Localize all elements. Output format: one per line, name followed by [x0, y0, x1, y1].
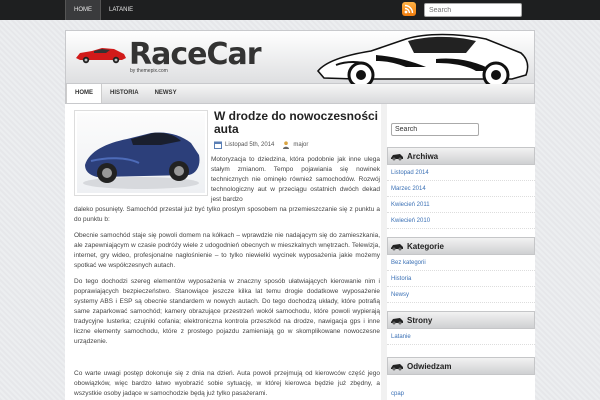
sidebar-search-input[interactable] [391, 123, 479, 136]
widget-title-archiwa: Archiwa [387, 147, 535, 165]
archive-link[interactable]: Kwiecień 2011 [387, 197, 535, 213]
archive-link[interactable]: Marzec 2014 [387, 181, 535, 197]
topnav-latanie[interactable]: LATANIE [101, 0, 141, 20]
content-area: W drodze do nowoczesności auta Listopad … [65, 104, 535, 400]
topnav-home[interactable]: HOME [65, 0, 101, 20]
post-paragraph-2: Obecnie samochód staje się powoli domem … [74, 232, 380, 269]
page-link[interactable]: Latanie [387, 329, 535, 345]
post-paragraph-4: Co warte uwagi postęp dokonuje się z dni… [74, 370, 380, 397]
red-car-logo-icon [76, 48, 126, 64]
header-sports-car-icon [316, 33, 529, 85]
user-icon [282, 141, 290, 149]
top-nav: HOME LATANIE [65, 0, 141, 20]
nav-home[interactable]: HOME [66, 84, 102, 103]
calendar-icon [214, 141, 222, 149]
post-meta: Listopad 5th, 2014 major [214, 141, 308, 149]
rss-icon[interactable] [402, 2, 416, 16]
strony-list: Latanie [387, 329, 535, 345]
post-author[interactable]: major [293, 142, 308, 148]
widget-title-kategorie: Kategorie [387, 237, 535, 255]
kategorie-list: Bez kategorii Historia Newsy [387, 255, 535, 303]
category-link[interactable]: Bez kategorii [387, 255, 535, 271]
car-icon [391, 154, 403, 161]
category-link[interactable]: Newsy [387, 287, 535, 303]
post-paragraph-1: Motoryzacja to dziedzina, która podobnie… [211, 156, 380, 203]
widget-title-strony: Strony [387, 311, 535, 329]
post-paragraph-3: Do tego dochodzi szereg elementów wyposa… [74, 278, 380, 345]
category-link[interactable]: Historia [387, 271, 535, 287]
car-icon [391, 364, 403, 371]
blue-car-image [83, 132, 200, 189]
site-header: RaceCar by themepix.com [65, 30, 535, 85]
site-logo-title[interactable]: RaceCar [129, 37, 262, 72]
post-thumbnail[interactable] [74, 110, 208, 196]
main-nav: HOME HISTORIA NEWSY [65, 84, 535, 104]
car-icon [391, 318, 403, 325]
sidebar: Archiwa Listopad 2014 Marzec 2014 Kwieci… [387, 104, 535, 400]
post-paragraph-1b: daleko posunięty. Samochód przestał już … [74, 206, 380, 223]
blogroll-link[interactable]: cpap [387, 386, 535, 400]
site-logo-subtitle: by themepix.com [130, 68, 168, 74]
odwiedzam-list: cpap [387, 386, 535, 400]
top-bar: HOME LATANIE [0, 0, 600, 20]
archive-link[interactable]: Listopad 2014 [387, 165, 535, 181]
top-search-input[interactable] [424, 3, 522, 17]
car-icon [391, 244, 403, 251]
widget-title-text: Odwiedzam [407, 362, 452, 371]
archiwa-list: Listopad 2014 Marzec 2014 Kwiecień 2011 … [387, 165, 535, 229]
nav-historia[interactable]: HISTORIA [102, 84, 147, 103]
widget-title-text: Strony [407, 316, 433, 325]
post-date: Listopad 5th, 2014 [225, 142, 275, 148]
widget-title-odwiedzam: Odwiedzam [387, 357, 535, 375]
archive-link[interactable]: Kwiecień 2010 [387, 213, 535, 229]
widget-title-text: Archiwa [407, 152, 439, 161]
widget-title-text: Kategorie [407, 242, 444, 251]
post-title[interactable]: W drodze do nowoczesności auta [214, 110, 384, 136]
nav-newsy[interactable]: NEWSY [147, 84, 185, 103]
